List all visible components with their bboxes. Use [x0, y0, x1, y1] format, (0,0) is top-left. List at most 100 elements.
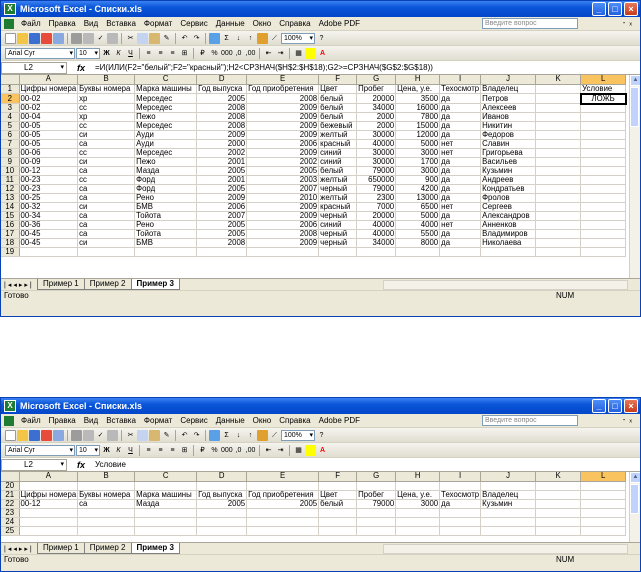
cell[interactable]: 8000 — [395, 238, 441, 248]
cell[interactable] — [439, 526, 482, 536]
cell[interactable]: си — [77, 202, 136, 212]
cell[interactable]: да — [439, 93, 482, 104]
menu-window[interactable]: Окно — [249, 416, 276, 425]
cell[interactable]: 2000 — [196, 139, 248, 149]
align-right-icon[interactable]: ≡ — [167, 48, 178, 59]
cell[interactable]: са — [77, 139, 136, 149]
cell[interactable]: Иванов — [480, 112, 537, 122]
align-right-icon[interactable]: ≡ — [167, 445, 178, 456]
cell[interactable]: 2008 — [196, 112, 248, 122]
borders-icon[interactable]: ▦ — [293, 445, 304, 456]
menu-insert[interactable]: Вставка — [102, 19, 140, 28]
cell[interactable]: 4200 — [395, 184, 441, 194]
cell[interactable]: 30000 — [356, 130, 397, 140]
cell[interactable]: да — [439, 130, 482, 140]
cell[interactable] — [535, 211, 582, 221]
cell[interactable]: 3000 — [395, 148, 441, 158]
cell[interactable] — [535, 508, 582, 518]
cell[interactable]: 00-23 — [19, 175, 79, 185]
cell[interactable] — [246, 517, 320, 527]
cell[interactable]: 2009 — [246, 112, 320, 122]
cell[interactable]: 2005 — [196, 93, 248, 104]
cell[interactable]: белый — [318, 499, 358, 509]
close-button[interactable]: × — [624, 2, 638, 16]
cell[interactable]: 00-04 — [19, 112, 79, 122]
cell[interactable]: Цена, у.е. — [395, 84, 441, 94]
column-header-i[interactable]: I — [439, 472, 482, 482]
cell[interactable]: са — [77, 499, 136, 509]
sheet-grid[interactable]: A B C D E F G H I J K L 20 21 Цифры номера Буквы номера… — [1, 472, 640, 542]
help-search-input[interactable]: Введите вопрос — [482, 18, 578, 29]
cell[interactable]: 40000 — [356, 229, 397, 239]
cell[interactable] — [535, 175, 582, 185]
sort-desc-icon[interactable]: ↑ — [245, 33, 256, 44]
drawing-icon[interactable]: ⟋ — [269, 33, 280, 44]
horizontal-scrollbar[interactable] — [383, 544, 628, 554]
cell[interactable] — [134, 526, 198, 536]
cell[interactable]: 2009 — [196, 130, 248, 140]
cell[interactable]: синий — [318, 157, 358, 167]
chart-wizard-icon[interactable] — [257, 32, 268, 44]
cell[interactable] — [19, 526, 79, 536]
cell[interactable]: 20000 — [356, 93, 397, 104]
merge-center-icon[interactable]: ⊞ — [179, 445, 190, 456]
font-size-combo[interactable]: 10 — [76, 47, 100, 59]
maximize-button[interactable]: □ — [608, 399, 622, 413]
cell[interactable]: 34000 — [356, 238, 397, 248]
cell[interactable]: 16000 — [395, 103, 441, 113]
cell[interactable]: сс — [77, 175, 136, 185]
cell[interactable]: да — [439, 112, 482, 122]
menu-adobe-pdf[interactable]: Adobe PDF — [315, 19, 364, 28]
cell[interactable]: сс — [77, 121, 136, 131]
cell[interactable]: Петров — [480, 93, 537, 104]
cell[interactable] — [535, 202, 582, 212]
cell[interactable] — [535, 93, 582, 104]
cell[interactable]: 2003 — [246, 175, 320, 185]
formula-input[interactable]: =И(ИЛИ(F2="белый";F2="красный");H2<СРЗНА… — [95, 63, 640, 72]
cell[interactable]: Буквы номера — [77, 490, 136, 500]
column-header-g[interactable]: G — [356, 472, 397, 482]
minimize-button[interactable]: _ — [592, 2, 606, 16]
percent-icon[interactable]: % — [209, 48, 220, 59]
underline-icon[interactable]: Ч — [125, 445, 136, 456]
borders-icon[interactable]: ▦ — [293, 48, 304, 59]
cell[interactable] — [356, 526, 397, 536]
cell[interactable] — [439, 247, 482, 257]
font-color-icon[interactable]: A — [317, 445, 328, 456]
cell[interactable]: Пробег — [356, 490, 397, 500]
cell[interactable]: сс — [77, 103, 136, 113]
cell[interactable]: 2006 — [246, 139, 320, 149]
copy-icon[interactable] — [137, 429, 148, 441]
menu-data[interactable]: Данные — [212, 19, 249, 28]
cell[interactable]: Мерседес — [134, 103, 198, 113]
cell[interactable]: бежевый — [318, 121, 358, 131]
row-header[interactable]: 17 — [1, 229, 20, 239]
cell[interactable] — [19, 517, 79, 527]
cell[interactable]: Буквы номера — [77, 84, 136, 94]
cell[interactable]: 2007 — [196, 211, 248, 221]
cell[interactable] — [535, 220, 582, 230]
cell[interactable] — [580, 121, 627, 131]
cell[interactable]: БМВ — [134, 202, 198, 212]
cell[interactable]: нет — [439, 139, 482, 149]
thousands-icon[interactable]: 000 — [221, 48, 233, 59]
permission-icon[interactable] — [41, 32, 52, 44]
cell[interactable]: красный — [318, 139, 358, 149]
align-center-icon[interactable]: ≡ — [155, 445, 166, 456]
fx-icon[interactable]: fx — [67, 63, 95, 73]
cell[interactable] — [196, 526, 248, 536]
cell[interactable] — [318, 508, 358, 518]
cell[interactable] — [318, 526, 358, 536]
cell[interactable]: да — [439, 238, 482, 248]
underline-icon[interactable]: Ч — [125, 48, 136, 59]
column-header-i[interactable]: I — [439, 75, 482, 85]
column-header-h[interactable]: H — [395, 472, 441, 482]
menu-edit[interactable]: Правка — [45, 416, 80, 425]
cell[interactable]: 2010 — [246, 193, 320, 203]
cell[interactable]: нет — [439, 148, 482, 158]
row-header[interactable]: 13 — [1, 193, 20, 203]
currency-icon[interactable]: ₽ — [197, 48, 208, 59]
menu-insert[interactable]: Вставка — [102, 416, 140, 425]
italic-icon[interactable]: К — [113, 48, 124, 59]
title-bar[interactable]: X Microsoft Excel - Списки.xls _ □ × — [1, 1, 640, 17]
